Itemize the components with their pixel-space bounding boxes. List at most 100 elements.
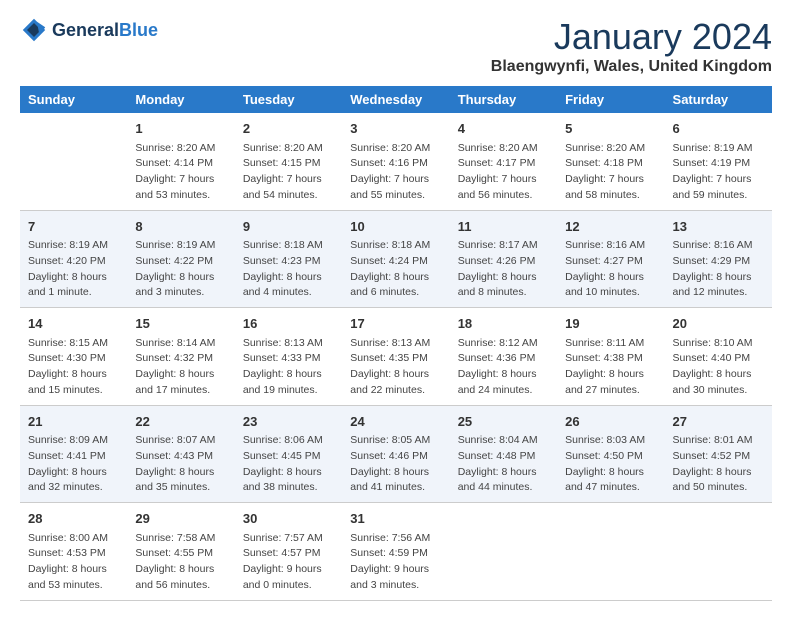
- day-number: 18: [458, 314, 549, 334]
- calendar-cell: 30Sunrise: 7:57 AM Sunset: 4:57 PM Dayli…: [235, 503, 342, 601]
- day-info: Sunrise: 8:20 AM Sunset: 4:18 PM Dayligh…: [565, 141, 656, 204]
- day-number: 19: [565, 314, 656, 334]
- day-number: 24: [350, 412, 441, 432]
- calendar-cell: [450, 503, 557, 601]
- logo-general: General: [52, 20, 119, 40]
- day-info: Sunrise: 8:00 AM Sunset: 4:53 PM Dayligh…: [28, 531, 119, 594]
- day-info: Sunrise: 8:06 AM Sunset: 4:45 PM Dayligh…: [243, 433, 334, 496]
- calendar-cell: 22Sunrise: 8:07 AM Sunset: 4:43 PM Dayli…: [127, 405, 234, 503]
- month-title: January 2024: [491, 16, 772, 58]
- day-number: 25: [458, 412, 549, 432]
- day-info: Sunrise: 8:20 AM Sunset: 4:14 PM Dayligh…: [135, 141, 226, 204]
- calendar-week-row: 14Sunrise: 8:15 AM Sunset: 4:30 PM Dayli…: [20, 308, 772, 406]
- calendar-cell: 25Sunrise: 8:04 AM Sunset: 4:48 PM Dayli…: [450, 405, 557, 503]
- weekday-header: Saturday: [665, 86, 772, 113]
- calendar-cell: 20Sunrise: 8:10 AM Sunset: 4:40 PM Dayli…: [665, 308, 772, 406]
- day-info: Sunrise: 8:01 AM Sunset: 4:52 PM Dayligh…: [673, 433, 764, 496]
- calendar-cell: 4Sunrise: 8:20 AM Sunset: 4:17 PM Daylig…: [450, 113, 557, 210]
- day-number: 8: [135, 217, 226, 237]
- day-info: Sunrise: 8:04 AM Sunset: 4:48 PM Dayligh…: [458, 433, 549, 496]
- title-area: January 2024 Blaengwynfi, Wales, United …: [491, 16, 772, 76]
- day-info: Sunrise: 8:16 AM Sunset: 4:29 PM Dayligh…: [673, 238, 764, 301]
- day-info: Sunrise: 8:05 AM Sunset: 4:46 PM Dayligh…: [350, 433, 441, 496]
- calendar-cell: 6Sunrise: 8:19 AM Sunset: 4:19 PM Daylig…: [665, 113, 772, 210]
- logo-blue: Blue: [119, 20, 158, 40]
- header: GeneralBlue January 2024 Blaengwynfi, Wa…: [20, 16, 772, 76]
- calendar-cell: 9Sunrise: 8:18 AM Sunset: 4:23 PM Daylig…: [235, 210, 342, 308]
- day-number: 17: [350, 314, 441, 334]
- day-number: 7: [28, 217, 119, 237]
- weekday-header: Monday: [127, 86, 234, 113]
- calendar-cell: 26Sunrise: 8:03 AM Sunset: 4:50 PM Dayli…: [557, 405, 664, 503]
- day-info: Sunrise: 7:57 AM Sunset: 4:57 PM Dayligh…: [243, 531, 334, 594]
- day-number: 12: [565, 217, 656, 237]
- day-number: 15: [135, 314, 226, 334]
- day-info: Sunrise: 8:20 AM Sunset: 4:17 PM Dayligh…: [458, 141, 549, 204]
- calendar-week-row: 7Sunrise: 8:19 AM Sunset: 4:20 PM Daylig…: [20, 210, 772, 308]
- day-info: Sunrise: 8:15 AM Sunset: 4:30 PM Dayligh…: [28, 336, 119, 399]
- calendar-cell: 11Sunrise: 8:17 AM Sunset: 4:26 PM Dayli…: [450, 210, 557, 308]
- calendar-week-row: 28Sunrise: 8:00 AM Sunset: 4:53 PM Dayli…: [20, 503, 772, 601]
- calendar-week-row: 21Sunrise: 8:09 AM Sunset: 4:41 PM Dayli…: [20, 405, 772, 503]
- calendar-cell: 10Sunrise: 8:18 AM Sunset: 4:24 PM Dayli…: [342, 210, 449, 308]
- calendar-cell: 23Sunrise: 8:06 AM Sunset: 4:45 PM Dayli…: [235, 405, 342, 503]
- calendar-cell: 3Sunrise: 8:20 AM Sunset: 4:16 PM Daylig…: [342, 113, 449, 210]
- day-number: 13: [673, 217, 764, 237]
- weekday-header: Sunday: [20, 86, 127, 113]
- weekday-header-row: SundayMondayTuesdayWednesdayThursdayFrid…: [20, 86, 772, 113]
- day-number: 31: [350, 509, 441, 529]
- day-info: Sunrise: 8:18 AM Sunset: 4:24 PM Dayligh…: [350, 238, 441, 301]
- day-info: Sunrise: 8:09 AM Sunset: 4:41 PM Dayligh…: [28, 433, 119, 496]
- day-number: 22: [135, 412, 226, 432]
- calendar-cell: 15Sunrise: 8:14 AM Sunset: 4:32 PM Dayli…: [127, 308, 234, 406]
- day-info: Sunrise: 8:13 AM Sunset: 4:35 PM Dayligh…: [350, 336, 441, 399]
- calendar-cell: 7Sunrise: 8:19 AM Sunset: 4:20 PM Daylig…: [20, 210, 127, 308]
- day-info: Sunrise: 8:20 AM Sunset: 4:16 PM Dayligh…: [350, 141, 441, 204]
- calendar-cell: 27Sunrise: 8:01 AM Sunset: 4:52 PM Dayli…: [665, 405, 772, 503]
- weekday-header: Friday: [557, 86, 664, 113]
- weekday-header: Thursday: [450, 86, 557, 113]
- day-number: 20: [673, 314, 764, 334]
- day-info: Sunrise: 7:58 AM Sunset: 4:55 PM Dayligh…: [135, 531, 226, 594]
- day-info: Sunrise: 8:13 AM Sunset: 4:33 PM Dayligh…: [243, 336, 334, 399]
- calendar-cell: [665, 503, 772, 601]
- day-number: 11: [458, 217, 549, 237]
- day-info: Sunrise: 8:18 AM Sunset: 4:23 PM Dayligh…: [243, 238, 334, 301]
- calendar-cell: 8Sunrise: 8:19 AM Sunset: 4:22 PM Daylig…: [127, 210, 234, 308]
- calendar-cell: 2Sunrise: 8:20 AM Sunset: 4:15 PM Daylig…: [235, 113, 342, 210]
- calendar-cell: 28Sunrise: 8:00 AM Sunset: 4:53 PM Dayli…: [20, 503, 127, 601]
- calendar-cell: 18Sunrise: 8:12 AM Sunset: 4:36 PM Dayli…: [450, 308, 557, 406]
- day-info: Sunrise: 8:19 AM Sunset: 4:22 PM Dayligh…: [135, 238, 226, 301]
- calendar-cell: 17Sunrise: 8:13 AM Sunset: 4:35 PM Dayli…: [342, 308, 449, 406]
- day-info: Sunrise: 8:14 AM Sunset: 4:32 PM Dayligh…: [135, 336, 226, 399]
- day-info: Sunrise: 8:07 AM Sunset: 4:43 PM Dayligh…: [135, 433, 226, 496]
- calendar-cell: 19Sunrise: 8:11 AM Sunset: 4:38 PM Dayli…: [557, 308, 664, 406]
- day-info: Sunrise: 8:03 AM Sunset: 4:50 PM Dayligh…: [565, 433, 656, 496]
- day-number: 10: [350, 217, 441, 237]
- day-info: Sunrise: 8:12 AM Sunset: 4:36 PM Dayligh…: [458, 336, 549, 399]
- calendar-week-row: 1Sunrise: 8:20 AM Sunset: 4:14 PM Daylig…: [20, 113, 772, 210]
- day-number: 14: [28, 314, 119, 334]
- day-number: 3: [350, 119, 441, 139]
- day-number: 23: [243, 412, 334, 432]
- day-number: 21: [28, 412, 119, 432]
- logo-icon: [20, 16, 48, 44]
- calendar-cell: 16Sunrise: 8:13 AM Sunset: 4:33 PM Dayli…: [235, 308, 342, 406]
- day-info: Sunrise: 7:56 AM Sunset: 4:59 PM Dayligh…: [350, 531, 441, 594]
- day-info: Sunrise: 8:10 AM Sunset: 4:40 PM Dayligh…: [673, 336, 764, 399]
- day-number: 1: [135, 119, 226, 139]
- calendar-cell: 21Sunrise: 8:09 AM Sunset: 4:41 PM Dayli…: [20, 405, 127, 503]
- calendar-cell: 5Sunrise: 8:20 AM Sunset: 4:18 PM Daylig…: [557, 113, 664, 210]
- day-info: Sunrise: 8:19 AM Sunset: 4:20 PM Dayligh…: [28, 238, 119, 301]
- day-number: 6: [673, 119, 764, 139]
- day-number: 29: [135, 509, 226, 529]
- day-number: 27: [673, 412, 764, 432]
- day-number: 30: [243, 509, 334, 529]
- logo: GeneralBlue: [20, 16, 158, 44]
- calendar-cell: 29Sunrise: 7:58 AM Sunset: 4:55 PM Dayli…: [127, 503, 234, 601]
- logo-text: GeneralBlue: [52, 20, 158, 41]
- calendar-cell: 1Sunrise: 8:20 AM Sunset: 4:14 PM Daylig…: [127, 113, 234, 210]
- calendar-cell: [557, 503, 664, 601]
- weekday-header: Wednesday: [342, 86, 449, 113]
- calendar-cell: 14Sunrise: 8:15 AM Sunset: 4:30 PM Dayli…: [20, 308, 127, 406]
